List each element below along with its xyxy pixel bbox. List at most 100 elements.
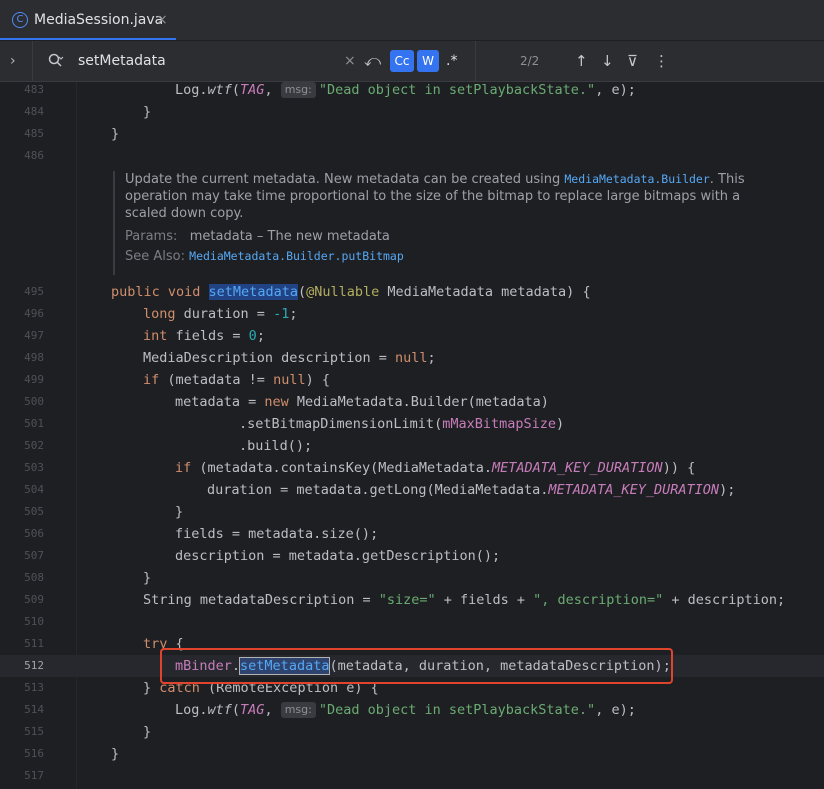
code-line: 509 String metadataDescription = "size="… (0, 589, 824, 611)
code-text: .setBitmapDimensionLimit(mMaxBitmapSize) (239, 416, 565, 432)
line-number: 484 (24, 105, 44, 118)
match-count: 2/2 (520, 54, 540, 68)
line-number: 517 (24, 769, 44, 782)
code-line: 497 int fields = 0; (0, 325, 824, 347)
code-line: 506 fields = metadata.size(); (0, 523, 824, 545)
code-text: int fields = 0; (143, 328, 265, 344)
find-bar: › setMetadata × ⤺ Cc W .* 2/2 ↑ ↓ ⊽ ⋮ (0, 41, 824, 82)
param-hint: msg: (280, 82, 316, 98)
code-line: 504 duration = metadata.getLong(MediaMet… (0, 479, 824, 501)
line-number: 486 (24, 149, 44, 162)
expand-replace-icon[interactable]: › (10, 51, 16, 71)
code-text: duration = metadata.getLong(MediaMetadat… (207, 482, 736, 498)
search-icon[interactable] (48, 53, 64, 69)
class-icon: C (12, 12, 28, 28)
line-number: 496 (24, 307, 44, 320)
divider (475, 41, 476, 81)
code-text: } (111, 126, 120, 142)
code-text: public void setMetadata(@Nullable MediaM… (111, 284, 591, 300)
line-number: 485 (24, 127, 44, 140)
line-number: 509 (24, 593, 44, 606)
next-match-icon[interactable]: ↓ (601, 51, 614, 71)
code-text: } (143, 724, 152, 740)
code-text: Log.wtf(TAG, msg: "Dead object in setPlay… (175, 82, 636, 98)
javadoc-see-also: See Also: MediaMetadata.Builder.putBitma… (125, 249, 404, 264)
code-line: 498 MediaDescription description = null; (0, 347, 824, 369)
line-number: 516 (24, 747, 44, 760)
javadoc-rendered: Update the current metadata. New metadat… (113, 171, 765, 275)
regex-toggle[interactable]: .* (446, 51, 457, 71)
code-text: } (143, 570, 152, 586)
code-line: 505 } (0, 501, 824, 523)
param-hint: msg: (280, 702, 316, 718)
code-text: long duration = -1; (143, 306, 298, 322)
active-tab-indicator (0, 38, 176, 40)
history-icon[interactable]: ⤺ (364, 51, 381, 71)
code-line: 503 if (metadata.containsKey(MediaMetada… (0, 457, 824, 479)
code-text: if (metadata.containsKey(MediaMetadata.M… (175, 460, 696, 476)
code-text: MediaDescription description = null; (143, 350, 436, 366)
highlight-annotation-box (160, 648, 673, 684)
code-text: } (175, 504, 184, 520)
code-text: .build(); (239, 438, 313, 454)
code-text: description = metadata.getDescription(); (175, 548, 501, 564)
javadoc-link[interactable]: MediaMetadata.Builder (564, 172, 709, 186)
clear-search-icon[interactable]: × (344, 51, 356, 71)
code-line: 485 } (0, 123, 824, 145)
code-line: 499 if (metadata != null) { (0, 369, 824, 391)
code-line: 501 .setBitmapDimensionLimit(mMaxBitmapS… (0, 413, 824, 435)
filter-icon[interactable]: ⊽ (627, 51, 638, 71)
line-number: 514 (24, 703, 44, 716)
code-line: 496 long duration = -1; (0, 303, 824, 325)
divider (32, 41, 33, 81)
code-text: } (111, 746, 120, 762)
code-text: if (metadata != null) { (143, 372, 330, 388)
code-line: 495 public void setMetadata(@Nullable Me… (0, 281, 824, 303)
close-icon[interactable]: × (156, 10, 168, 30)
code-text: } (143, 104, 152, 120)
javadoc-params: Params: metadata – The new metadata (125, 229, 390, 244)
line-number: 503 (24, 461, 44, 474)
line-number: 511 (24, 637, 44, 650)
code-line: 515 } (0, 721, 824, 743)
javadoc-link[interactable]: MediaMetadata.Builder.putBitmap (189, 249, 404, 263)
line-number: 513 (24, 681, 44, 694)
line-number: 497 (24, 329, 44, 342)
code-line: 483 Log.wtf(TAG, msg: "Dead object in set… (0, 79, 824, 101)
editor-tab-bar: C MediaSession.java × (0, 0, 824, 41)
code-line: 516 } (0, 743, 824, 765)
line-number: 512 (24, 659, 44, 672)
tab-mediasession-java[interactable]: C MediaSession.java × (0, 0, 176, 40)
code-text: fields = metadata.size(); (175, 526, 379, 542)
search-match: setMetadata (208, 284, 298, 300)
line-number: 495 (24, 285, 44, 298)
search-input[interactable]: setMetadata (78, 51, 166, 71)
line-number: 515 (24, 725, 44, 738)
code-text: Log.wtf(TAG, msg: "Dead object in setPlay… (175, 702, 636, 718)
line-number: 507 (24, 549, 44, 562)
line-number: 500 (24, 395, 44, 408)
code-line: 484 } (0, 101, 824, 123)
code-line: 517 (0, 765, 824, 787)
line-number: 483 (24, 83, 44, 96)
code-line: 507 description = metadata.getDescriptio… (0, 545, 824, 567)
line-number: 505 (24, 505, 44, 518)
line-number: 506 (24, 527, 44, 540)
more-options-icon[interactable]: ⋮ (654, 51, 669, 71)
line-number: 498 (24, 351, 44, 364)
previous-match-icon[interactable]: ↑ (575, 51, 588, 71)
code-line: 508 } (0, 567, 824, 589)
code-line: 486 (0, 145, 824, 167)
code-line: 502 .build(); (0, 435, 824, 457)
words-toggle[interactable]: W (417, 50, 439, 72)
line-number: 501 (24, 417, 44, 430)
tab-title: MediaSession.java (34, 12, 164, 28)
line-number: 502 (24, 439, 44, 452)
line-number: 499 (24, 373, 44, 386)
javadoc-description: Update the current metadata. New metadat… (125, 172, 745, 221)
code-text: metadata = new MediaMetadata.Builder(met… (175, 394, 549, 410)
match-case-toggle[interactable]: Cc (390, 50, 414, 72)
line-number: 508 (24, 571, 44, 584)
code-line: 510 (0, 611, 824, 633)
code-line: 500 metadata = new MediaMetadata.Builder… (0, 391, 824, 413)
